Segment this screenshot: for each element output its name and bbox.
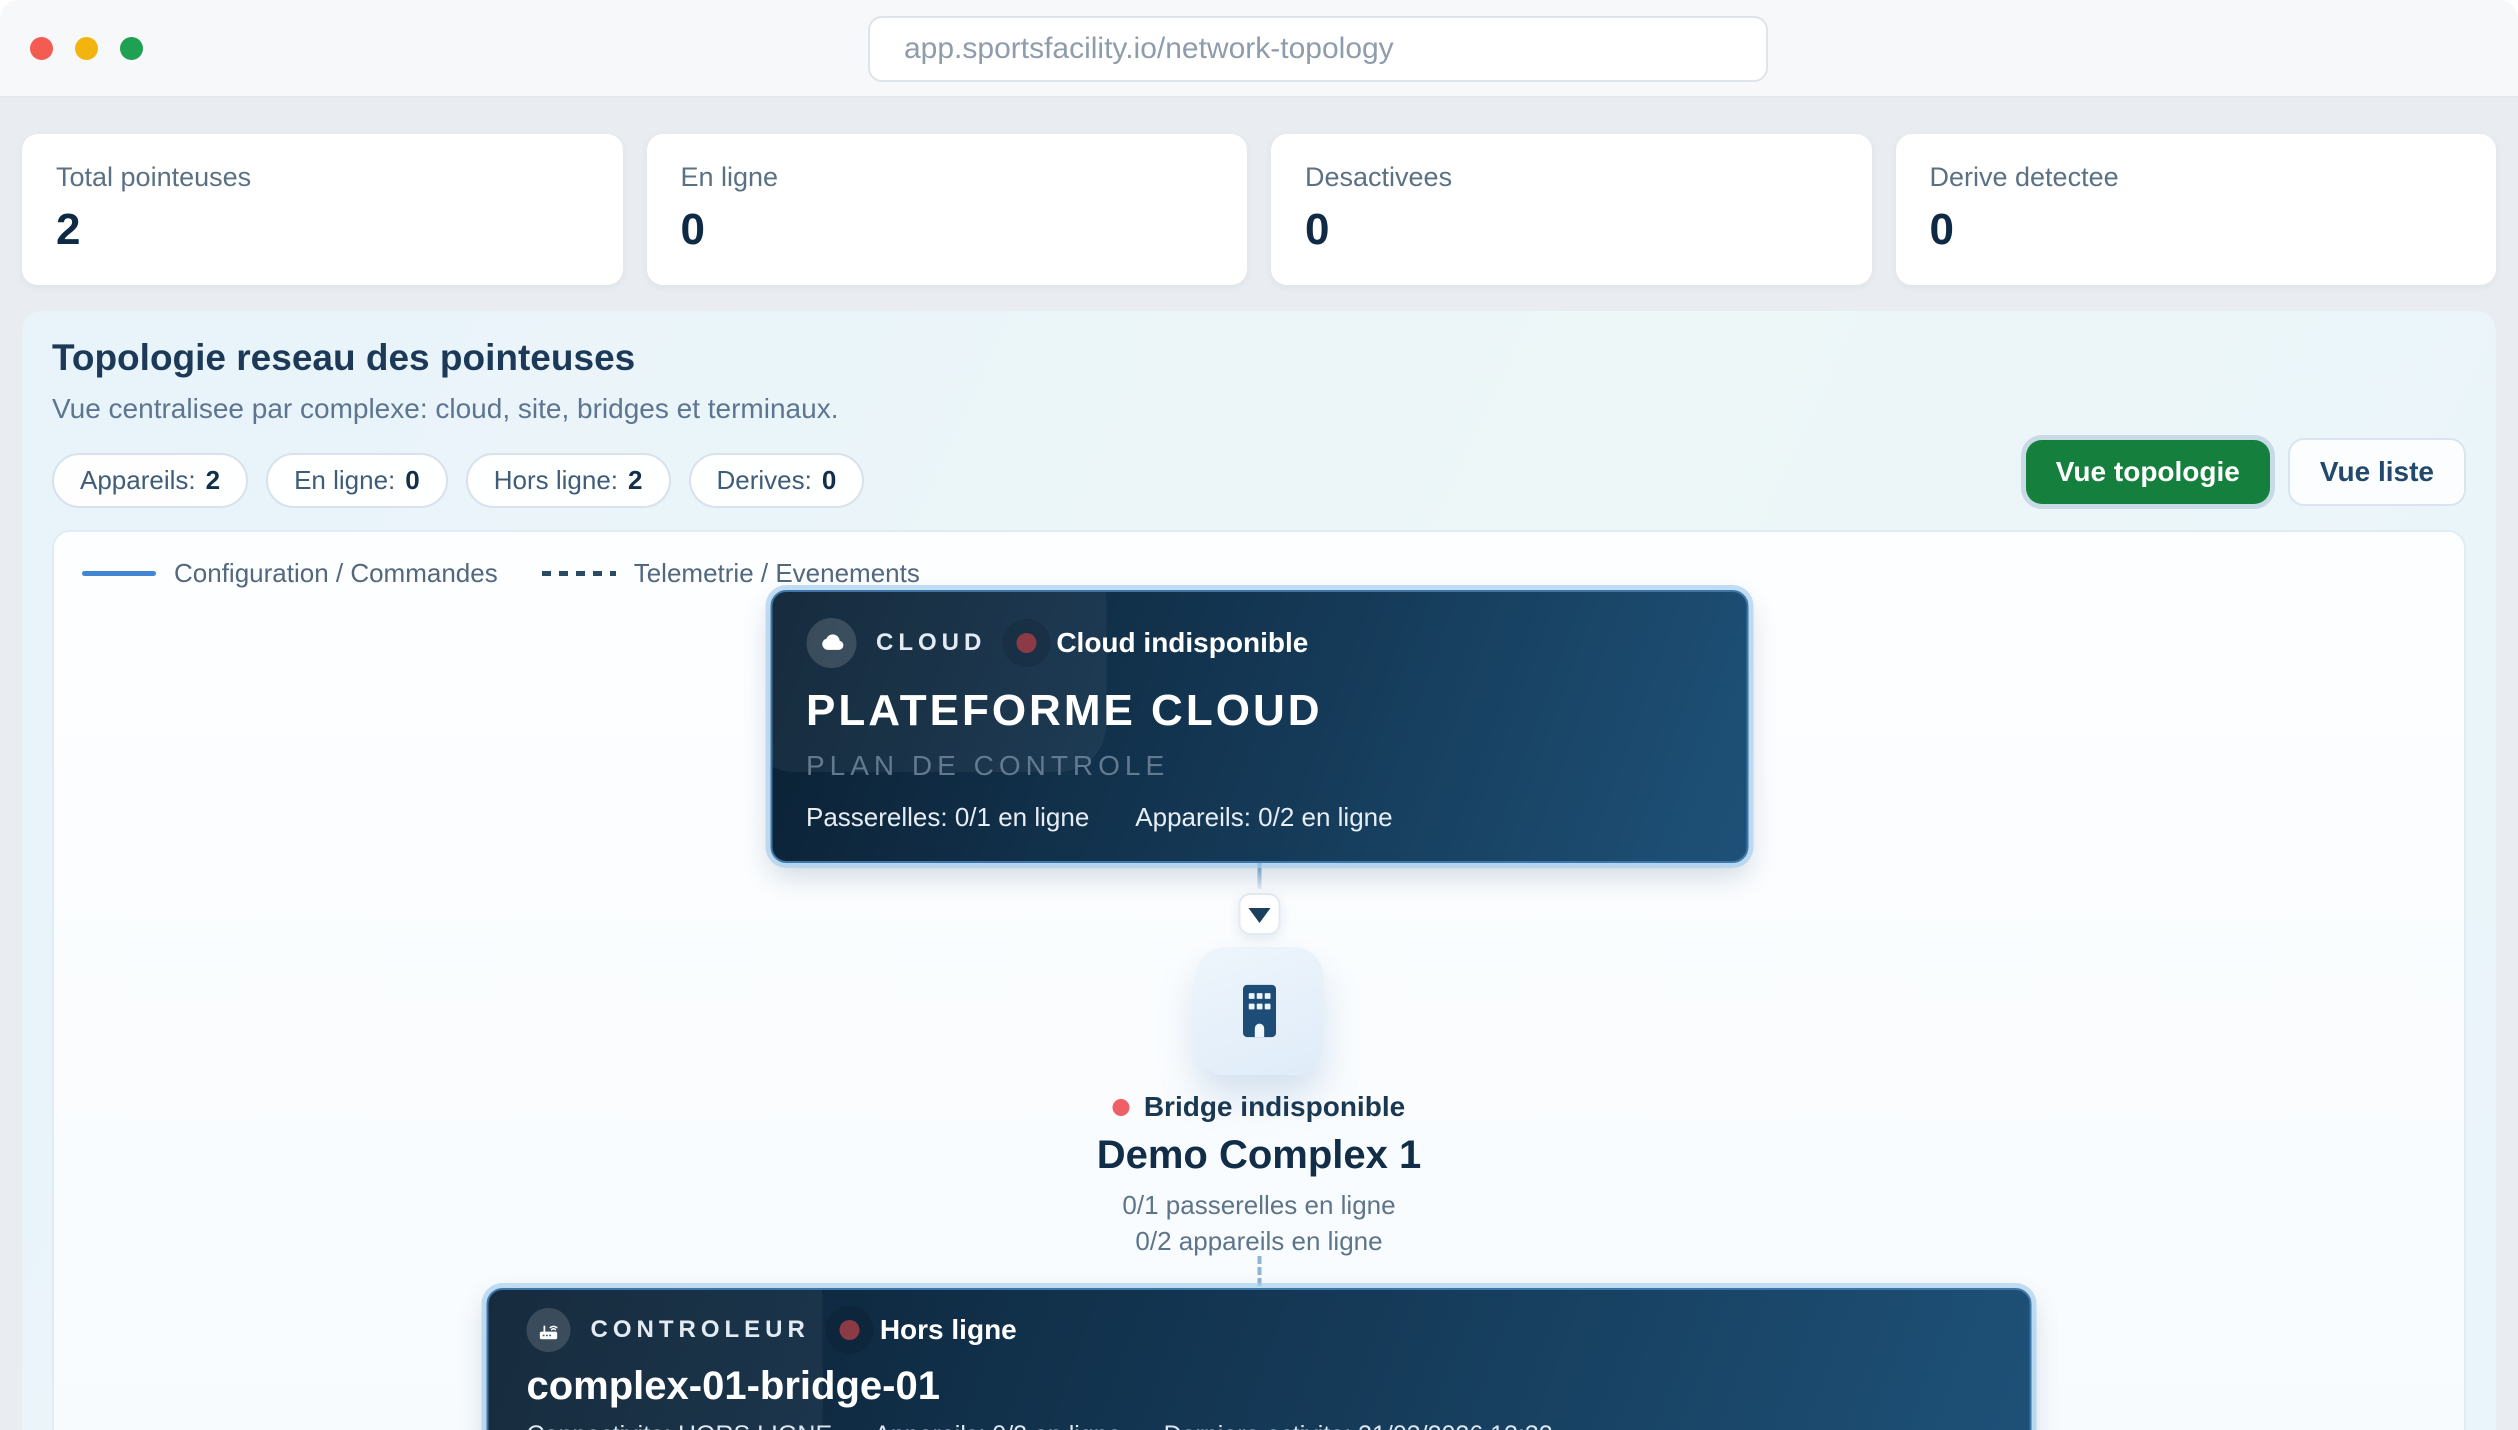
stat-label: Derive detectee <box>1930 162 2463 193</box>
bridge-node-card[interactable]: CONTROLEUR Hors ligne complex-01-bridge-… <box>487 1288 2032 1430</box>
cloud-offline-dot-icon <box>1016 633 1036 653</box>
maximize-window-icon[interactable] <box>120 37 143 60</box>
stat-label: Desactivees <box>1305 162 1838 193</box>
building-icon <box>1226 978 1292 1044</box>
stat-value: 0 <box>1305 205 1838 255</box>
view-list-button[interactable]: Vue liste <box>2288 438 2466 506</box>
browser-toolbar: app.sportsfacility.io/network-topology <box>0 0 2518 98</box>
bridge-node-header: CONTROLEUR Hors ligne <box>527 1308 1992 1352</box>
cloud-icon <box>806 618 856 668</box>
cloud-status-text: Cloud indisponible <box>1056 627 1308 659</box>
stat-label: Total pointeuses <box>56 162 589 193</box>
stat-value: 0 <box>1930 205 2463 255</box>
router-icon <box>527 1308 571 1352</box>
badge-value: 2 <box>206 465 220 496</box>
bridge-status-text: Hors ligne <box>880 1314 1017 1346</box>
window-controls <box>30 37 143 60</box>
view-topology-button[interactable]: Vue topologie <box>2026 440 2270 504</box>
badge-value: 0 <box>405 465 419 496</box>
stat-value: 0 <box>681 205 1214 255</box>
badge-label: En ligne: <box>294 465 395 496</box>
cloud-node-subtitle: PLAN DE CONTROLE <box>806 750 1712 782</box>
summary-badges: Appareils: 2 En ligne: 0 Hors ligne: 2 Deri… <box>52 453 864 508</box>
bridge-name: complex-01-bridge-01 <box>527 1364 1992 1409</box>
badge-label: Appareils: <box>80 465 196 496</box>
panel-header-left: Topologie reseau des pointeuses Vue cent… <box>52 337 864 508</box>
bridge-meta: Connectivite: HORS LIGNE Appareils: 0/2 … <box>527 1421 1992 1430</box>
view-switcher: Vue topologie Vue liste <box>2026 438 2466 506</box>
stat-card-total: Total pointeuses 2 <box>22 134 623 285</box>
connector-cloud-to-site <box>1257 863 1261 889</box>
badge-en-ligne: En ligne: 0 <box>266 453 448 508</box>
cloud-gateways-stat: Passerelles: 0/1 en ligne <box>806 802 1089 833</box>
connector-site-to-bridge <box>1257 1256 1261 1286</box>
cloud-kind-label: CLOUD <box>876 629 986 657</box>
bridge-kind-label: CONTROLEUR <box>591 1316 810 1344</box>
badge-label: Derives: <box>717 465 812 496</box>
bridge-offline-dot-icon <box>840 1320 860 1340</box>
badge-hors-ligne: Hors ligne: 2 <box>466 453 671 508</box>
close-window-icon[interactable] <box>30 37 53 60</box>
cloud-node-name: PLATEFORME CLOUD <box>806 686 1712 736</box>
app-window: app.sportsfacility.io/network-topology T… <box>0 0 2518 1430</box>
site-offline-dot-icon <box>1113 1099 1130 1116</box>
bridge-connectivity-meta: Connectivite: HORS LIGNE <box>527 1421 833 1430</box>
stats-row: Total pointeuses 2 En ligne 0 Desactivee… <box>0 134 2518 285</box>
site-node-tile[interactable] <box>1195 947 1323 1075</box>
stat-card-disabled: Desactivees 0 <box>1271 134 1872 285</box>
badge-appareils: Appareils: 2 <box>52 453 248 508</box>
cloud-node-header: CLOUD Cloud indisponible <box>806 618 1712 668</box>
legend-dashed-label: Telemetrie / Evenements <box>634 558 920 589</box>
panel-header: Topologie reseau des pointeuses Vue cent… <box>52 337 2466 508</box>
site-status: Bridge indisponible <box>1113 1091 1405 1123</box>
bridge-last-activity-meta: Derniere activite: 31/03/2026 12:32 <box>1164 1421 1553 1430</box>
url-input[interactable]: app.sportsfacility.io/network-topology <box>868 16 1768 82</box>
badge-value: 2 <box>628 465 642 496</box>
chevron-down-icon <box>1248 908 1270 923</box>
topology-panel: Topologie reseau des pointeuses Vue cent… <box>22 311 2496 1430</box>
topology-tree: CLOUD Cloud indisponible PLATEFORME CLOU… <box>487 590 2032 1430</box>
cloud-node-card[interactable]: CLOUD Cloud indisponible PLATEFORME CLOU… <box>770 590 1748 863</box>
site-name: Demo Complex 1 <box>1097 1133 1422 1178</box>
legend-dashed-line-icon <box>542 571 616 576</box>
cloud-devices-stat: Appareils: 0/2 en ligne <box>1135 802 1392 833</box>
page-title: Topologie reseau des pointeuses <box>52 337 864 379</box>
stat-value: 2 <box>56 205 589 255</box>
bridge-devices-meta: Appareils: 0/2 en ligne <box>874 1421 1121 1430</box>
site-devices-meta: 0/2 appareils en ligne <box>1135 1226 1382 1256</box>
legend: Configuration / Commandes Telemetrie / E… <box>82 558 2436 589</box>
badge-label: Hors ligne: <box>494 465 618 496</box>
stat-label: En ligne <box>681 162 1214 193</box>
legend-solid-line-icon <box>82 571 156 576</box>
collapse-toggle-button[interactable] <box>1238 893 1280 935</box>
topology-canvas: Configuration / Commandes Telemetrie / E… <box>52 530 2466 1430</box>
site-gateways-meta: 0/1 passerelles en ligne <box>1122 1190 1395 1220</box>
badge-derives: Derives: 0 <box>689 453 865 508</box>
site-status-text: Bridge indisponible <box>1144 1091 1405 1123</box>
stat-card-online: En ligne 0 <box>647 134 1248 285</box>
badge-value: 0 <box>822 465 836 496</box>
stat-card-drift: Derive detectee 0 <box>1896 134 2497 285</box>
minimize-window-icon[interactable] <box>75 37 98 60</box>
legend-solid-label: Configuration / Commandes <box>174 558 498 589</box>
page-subtitle: Vue centralisee par complexe: cloud, sit… <box>52 393 864 425</box>
cloud-node-stats: Passerelles: 0/1 en ligne Appareils: 0/2… <box>806 802 1712 833</box>
